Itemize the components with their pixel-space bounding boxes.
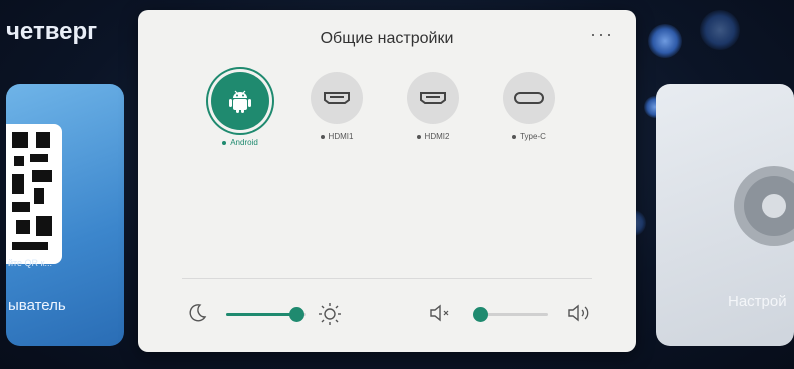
settings-card[interactable]: Настрой: [656, 84, 794, 346]
brightness-knob[interactable]: [289, 307, 305, 322]
day-of-week-label: четверг: [6, 18, 98, 45]
left-card-label: ыватель: [8, 297, 66, 314]
moon-icon: [186, 302, 208, 329]
right-card-label: Настрой: [728, 293, 787, 310]
qr-hint-text: йте QR к...: [8, 258, 52, 268]
sun-icon: [318, 302, 342, 331]
background-glow: [700, 10, 740, 50]
gear-icon: [744, 176, 794, 236]
brightness-slider[interactable]: [226, 307, 306, 322]
source-type-c[interactable]: Type-C: [494, 72, 564, 141]
volume-knob[interactable]: [472, 307, 488, 322]
volume-slider[interactable]: [472, 307, 548, 322]
qr-card[interactable]: йте QR к... ыватель: [6, 84, 124, 346]
speaker-loud-icon[interactable]: [566, 302, 594, 329]
hdmi-port-icon: [311, 72, 363, 124]
source-android[interactable]: Android: [205, 72, 275, 147]
panel-title: Общие настройки: [320, 30, 454, 47]
source-label: Type-C: [494, 132, 564, 141]
source-label: HDMI1: [302, 132, 372, 141]
usb-c-port-icon: [503, 72, 555, 124]
source-hdmi2[interactable]: HDMI2: [398, 72, 468, 141]
divider: [182, 278, 592, 279]
source-label: Android: [205, 138, 275, 147]
source-label: HDMI2: [398, 132, 468, 141]
brightness-fill: [226, 313, 297, 316]
hdmi-port-icon: [407, 72, 459, 124]
more-options-button[interactable]: ···: [590, 24, 614, 45]
general-settings-panel: Общие настройки ··· Android HDMI1 HDMI2 …: [138, 10, 636, 352]
source-hdmi1[interactable]: HDMI1: [302, 72, 372, 141]
android-icon: [211, 72, 269, 130]
qr-code: [6, 124, 62, 264]
speaker-mute-icon[interactable]: [428, 302, 454, 329]
background-glow: [648, 24, 682, 58]
